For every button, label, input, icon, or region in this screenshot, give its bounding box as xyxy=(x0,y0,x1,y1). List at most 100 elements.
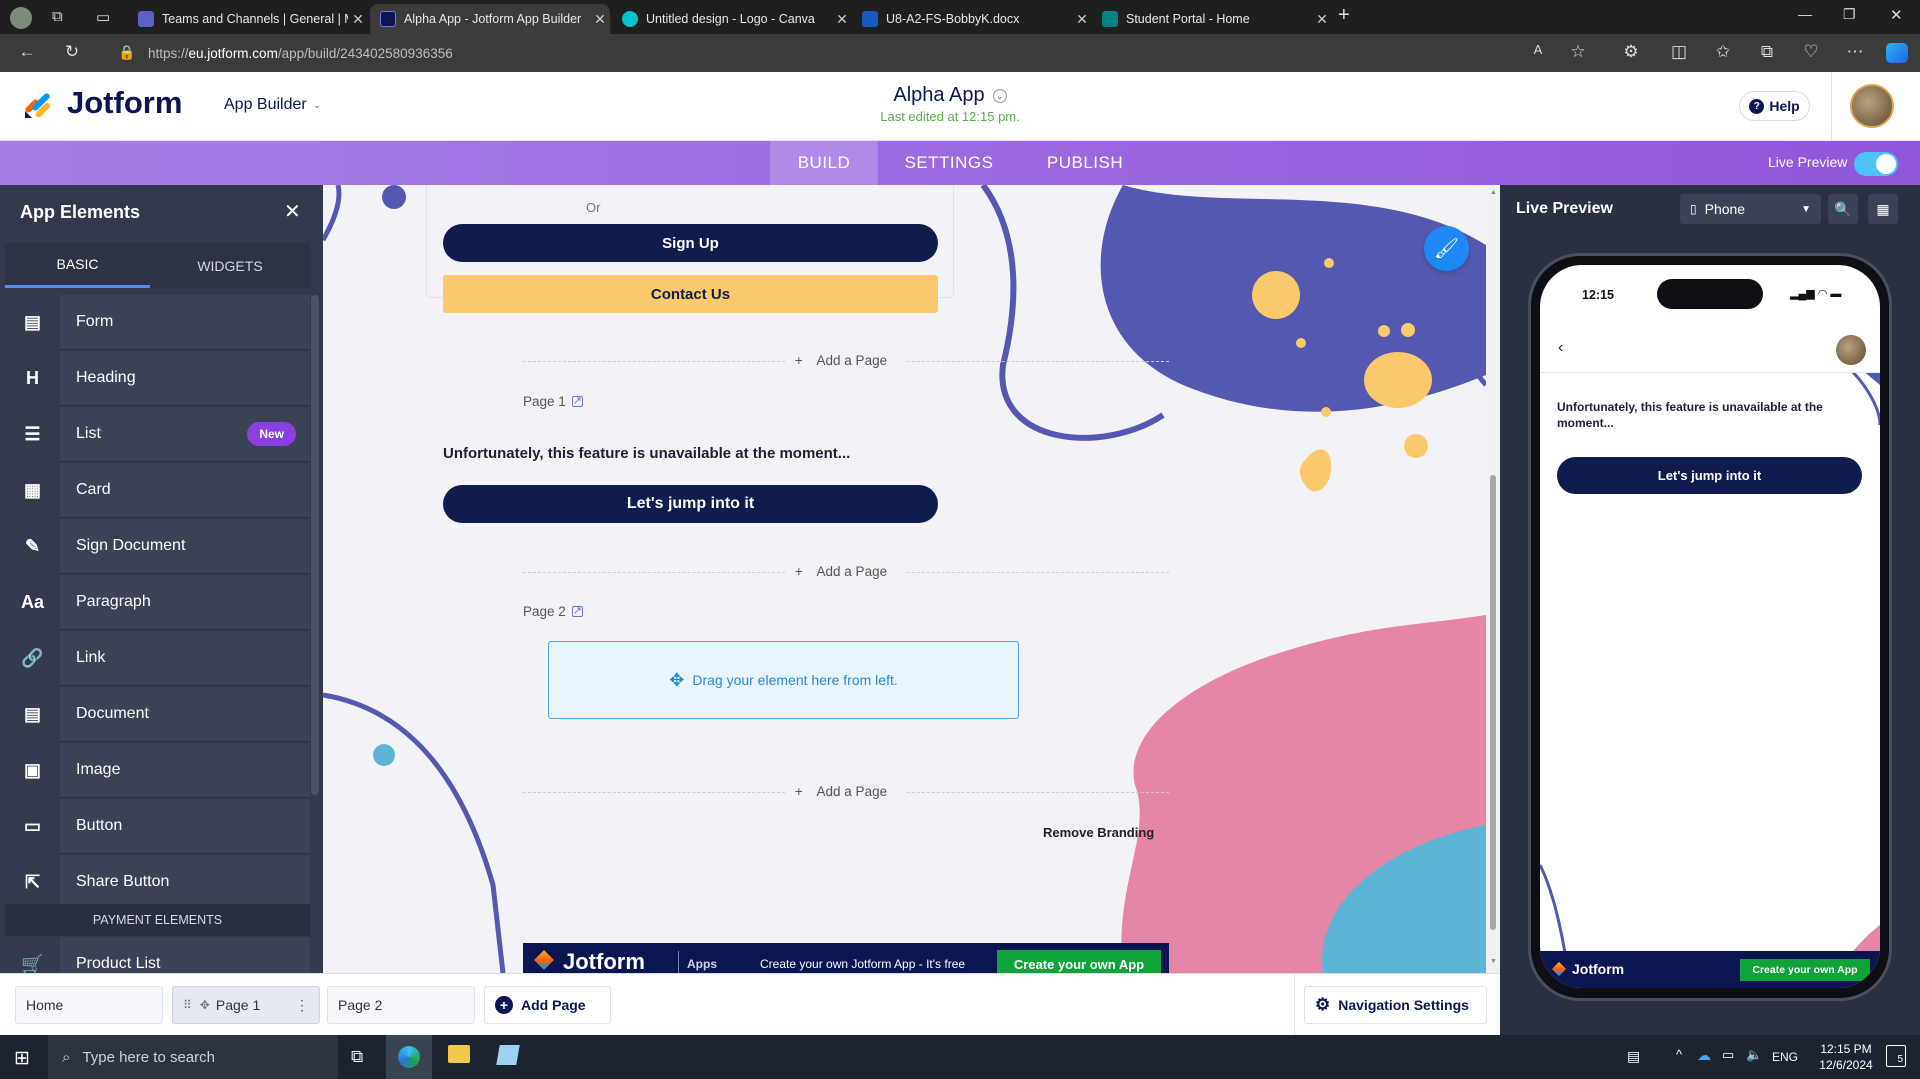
tab-settings[interactable]: SETTINGS xyxy=(890,141,1008,185)
notifications-icon[interactable]: 5 xyxy=(1886,1045,1906,1067)
element-item-link[interactable]: 🔗 Link xyxy=(5,630,310,686)
read-aloud-icon[interactable]: A xyxy=(1526,42,1550,57)
windows-start-icon[interactable]: ⊞ xyxy=(14,1047,30,1070)
page-tab-page2[interactable]: Page 2 xyxy=(327,986,475,1024)
news-widget-icon[interactable]: ▤ xyxy=(1627,1048,1640,1065)
phone-back-icon[interactable]: ‹ xyxy=(1558,339,1563,357)
taskbar-search[interactable]: ⌕ Type here to search xyxy=(48,1035,338,1079)
tab-close-icon[interactable]: ✕ xyxy=(832,11,852,28)
element-item-list[interactable]: ☰ List New xyxy=(5,406,310,462)
refresh-icon[interactable]: ↻ xyxy=(60,42,84,62)
sidebar-scrollbar[interactable] xyxy=(311,295,319,795)
browser-tab[interactable]: U8-A2-FS-BobbyK.docx ✕ xyxy=(852,4,1092,34)
tab-close-icon[interactable]: ✕ xyxy=(348,11,368,28)
tab-close-icon[interactable]: ✕ xyxy=(590,11,610,28)
element-item-form[interactable]: ▤ Form xyxy=(5,294,310,350)
element-item-image[interactable]: ▣ Image xyxy=(5,742,310,798)
network-icon[interactable]: ▭ xyxy=(1722,1047,1734,1063)
canvas-scroll-thumb[interactable] xyxy=(1490,475,1496,930)
more-vertical-icon[interactable]: ⋮ xyxy=(295,997,309,1014)
window-close-icon[interactable]: ✕ xyxy=(1890,6,1903,24)
add-page-link[interactable]: + Add a Page xyxy=(784,564,908,582)
back-icon[interactable]: ← xyxy=(15,42,39,62)
volume-icon[interactable]: 🔈 xyxy=(1746,1047,1762,1063)
new-tab-icon[interactable]: + xyxy=(1338,4,1350,27)
device-select[interactable]: ▯ Phone ▼ xyxy=(1680,194,1821,224)
onedrive-icon[interactable]: ☁ xyxy=(1697,1047,1711,1064)
live-preview-toggle[interactable] xyxy=(1854,152,1898,176)
remove-branding-link[interactable]: Remove Branding xyxy=(1043,825,1154,840)
contact-us-button[interactable]: Contact Us xyxy=(443,275,938,313)
scroll-down-icon[interactable]: ▼ xyxy=(1490,958,1497,965)
language-indicator[interactable]: ENG xyxy=(1772,1050,1798,1064)
tab-basic[interactable]: BASIC xyxy=(5,243,150,288)
browser-tab[interactable]: Untitled design - Logo - Canva ✕ xyxy=(612,4,852,34)
page1-label-row[interactable]: Page 1 ↗ xyxy=(523,394,583,409)
tab-publish[interactable]: PUBLISH xyxy=(1030,141,1140,185)
more-menu-icon[interactable]: ⋯ xyxy=(1843,42,1867,62)
element-item-card[interactable]: ▦ Card xyxy=(5,462,310,518)
jotform-logo-icon[interactable] xyxy=(22,87,56,121)
page-tab-page1[interactable]: ⠿ ✥ Page 1 ⋮ xyxy=(172,986,320,1024)
split-screen-icon[interactable]: ◫ xyxy=(1667,42,1691,62)
app-builder-dropdown[interactable]: App Builder ⌄ xyxy=(224,96,321,114)
browser-tab[interactable]: Student Portal - Home ✕ xyxy=(1092,4,1332,34)
copilot-icon[interactable] xyxy=(1886,43,1908,63)
canvas-scrollbar[interactable]: ▲ ▼ xyxy=(1486,185,1500,973)
qr-code-icon[interactable]: ▦ xyxy=(1868,194,1898,224)
external-link-icon[interactable]: ↗ xyxy=(571,396,583,407)
favorite-star-icon[interactable]: ☆ xyxy=(1566,42,1590,62)
navigation-settings-button[interactable]: ⚙ Navigation Settings xyxy=(1304,986,1487,1024)
element-item-share-button[interactable]: ⇱ Share Button xyxy=(5,854,310,910)
profile-avatar-icon[interactable] xyxy=(10,7,32,29)
create-app-button[interactable]: Create your own App xyxy=(997,950,1161,973)
add-page-divider[interactable]: + Add a Page xyxy=(523,353,1169,381)
external-link-icon[interactable]: ↗ xyxy=(571,606,583,617)
favorites-icon[interactable]: ✩ xyxy=(1711,42,1735,62)
add-page-divider[interactable]: + Add a Page xyxy=(523,564,1169,592)
clock[interactable]: 12:15 PM 12/6/2024 xyxy=(1812,1041,1880,1073)
add-page-link[interactable]: + Add a Page xyxy=(784,784,908,802)
element-item-sign-document[interactable]: ✎ Sign Document xyxy=(5,518,310,574)
browser-tab[interactable]: Teams and Channels | General | M ✕ xyxy=(128,4,368,34)
jotform-logo-text[interactable]: Jotform xyxy=(67,85,182,121)
close-sidebar-icon[interactable]: ✕ xyxy=(284,199,301,224)
tab-build[interactable]: BUILD xyxy=(770,141,878,185)
element-item-button[interactable]: ▭ Button xyxy=(5,798,310,854)
url-field[interactable]: 🔒 https://eu.jotform.com/app/build/24340… xyxy=(108,39,1528,67)
drop-zone[interactable]: ✥ Drag your element here from left. xyxy=(548,641,1019,719)
phone-jump-button[interactable]: Let's jump into it xyxy=(1557,457,1862,494)
scroll-up-icon[interactable]: ▲ xyxy=(1490,189,1497,196)
phone-create-app-button[interactable]: Create your own App xyxy=(1740,959,1870,981)
app-name-dropdown[interactable]: Alpha App ⌄ xyxy=(800,84,1100,107)
browser-tab-active[interactable]: Alpha App - Jotform App Builder ✕ xyxy=(370,4,610,34)
zoom-icon[interactable]: 🔍 xyxy=(1828,194,1858,224)
page2-label-row[interactable]: Page 2 ↗ xyxy=(523,604,583,619)
task-view-icon[interactable]: ⧉ xyxy=(351,1047,363,1067)
extensions-icon[interactable]: ⚙ xyxy=(1619,42,1643,62)
jump-into-it-button[interactable]: Let's jump into it xyxy=(443,485,938,523)
minimize-icon[interactable]: — xyxy=(1798,6,1812,22)
add-page-divider[interactable]: + Add a Page xyxy=(523,784,1169,812)
edge-taskbar-icon[interactable] xyxy=(386,1035,432,1079)
element-item-paragraph[interactable]: Aa Paragraph xyxy=(5,574,310,630)
element-item-document[interactable]: ▤ Document xyxy=(5,686,310,742)
collections-icon[interactable]: ⧉ xyxy=(1755,42,1779,62)
phone-app-avatar[interactable] xyxy=(1836,335,1866,365)
tray-chevron-icon[interactable]: ^ xyxy=(1676,1047,1682,1062)
file-explorer-icon[interactable] xyxy=(448,1045,470,1063)
element-item-heading[interactable]: H Heading xyxy=(5,350,310,406)
tab-close-icon[interactable]: ✕ xyxy=(1312,11,1332,28)
restore-icon[interactable]: ❐ xyxy=(1843,6,1856,23)
tab-actions-icon[interactable]: ▭ xyxy=(96,8,110,26)
add-page-button[interactable]: + Add Page xyxy=(484,986,611,1024)
workspaces-icon[interactable]: ⧉ xyxy=(52,8,63,25)
theme-brush-icon[interactable]: 🖌 xyxy=(1424,226,1469,271)
user-avatar[interactable] xyxy=(1850,84,1894,128)
tab-close-icon[interactable]: ✕ xyxy=(1072,11,1092,28)
add-page-link[interactable]: + Add a Page xyxy=(784,353,908,371)
tab-widgets[interactable]: WIDGETS xyxy=(150,243,310,288)
sign-up-button[interactable]: Sign Up xyxy=(443,224,938,262)
browser-essentials-icon[interactable]: ♡ xyxy=(1799,42,1823,62)
notepad-icon[interactable] xyxy=(496,1045,520,1065)
